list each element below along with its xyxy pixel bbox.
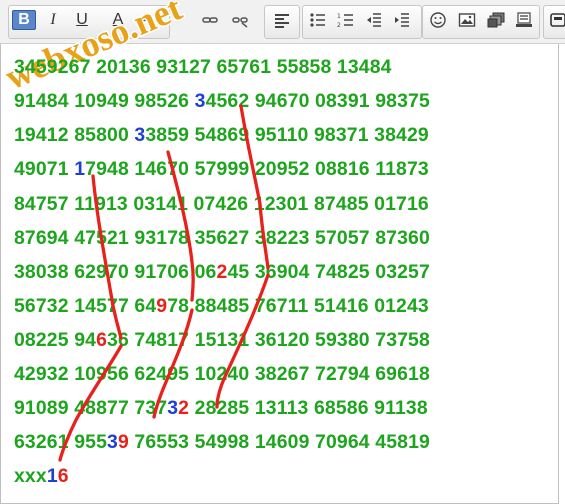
number-text: xxx bbox=[14, 465, 47, 487]
underline-glyph: U bbox=[76, 11, 88, 28]
number-row: 19412 85800 33859 54869 95110 98371 3842… bbox=[14, 124, 429, 146]
number-text: 59267 20136 93127 65761 55858 13484 bbox=[35, 56, 392, 78]
number-text: 45 36904 74825 03257 bbox=[227, 261, 430, 283]
number-row: 08225 94636 74817 15131 36120 59380 7375… bbox=[14, 329, 430, 351]
unlink-icon[interactable] bbox=[228, 10, 252, 30]
number-text: 38038 62970 91706 06 bbox=[14, 261, 217, 283]
align-left-icon[interactable] bbox=[270, 10, 294, 30]
italic-button[interactable]: I bbox=[41, 10, 65, 30]
font-color-button[interactable]: A bbox=[106, 10, 130, 30]
highlighted-digit: 1 bbox=[74, 158, 86, 180]
smiley-icon[interactable] bbox=[426, 10, 450, 30]
highlighted-digit: 1 bbox=[46, 465, 58, 487]
number-text: 4562 94670 08391 98375 bbox=[205, 90, 430, 112]
number-row: 63261 95539 76553 54998 14609 70964 4581… bbox=[14, 431, 430, 453]
highlighted-digit: 3 bbox=[107, 431, 118, 453]
highlighted-digit: 3 bbox=[134, 124, 146, 146]
number-text: 91089 48877 737 bbox=[14, 397, 168, 419]
number-row: 91089 48877 73732 28285 13113 68586 9113… bbox=[14, 397, 428, 419]
number-text: 36 74817 15131 36120 59380 73758 bbox=[107, 329, 430, 351]
numbered-list-icon[interactable]: 12 bbox=[334, 10, 358, 30]
number-row: 84757 11913 03141 07426 12301 87485 0171… bbox=[14, 193, 429, 215]
number-row: 87694 47521 93178 35627 38223 57057 8736… bbox=[14, 227, 430, 249]
font-color-glyph: A bbox=[112, 11, 124, 28]
font-size-glyph: A bbox=[141, 11, 153, 28]
number-row: xxx16 bbox=[14, 465, 69, 487]
highlighted-digit: 9 bbox=[117, 431, 129, 453]
number-text: 08225 94 bbox=[14, 329, 97, 351]
svg-text:1: 1 bbox=[337, 13, 341, 20]
highlighted-digit: 3 bbox=[194, 90, 206, 112]
italic-glyph: I bbox=[50, 11, 56, 28]
number-text: 78 88485 76711 51416 01243 bbox=[167, 295, 429, 317]
highlighted-digit: 3 bbox=[167, 397, 179, 419]
underline-button[interactable]: U bbox=[70, 10, 94, 30]
editor-toolbar: B I U A A 12 bbox=[0, 0, 565, 44]
number-text: 28285 13113 68586 91138 bbox=[189, 397, 428, 419]
bulleted-list-icon[interactable] bbox=[306, 10, 330, 30]
number-text: 42932 10956 62495 10240 38267 72794 6961… bbox=[14, 363, 430, 385]
number-row: 3459267 20136 93127 65761 55858 13484 bbox=[14, 56, 392, 78]
number-text: 87694 47521 93178 35627 38223 57057 8736… bbox=[14, 227, 430, 249]
number-text: 34 bbox=[14, 56, 36, 78]
number-text: 84757 11913 03141 07426 12301 87485 0171… bbox=[14, 193, 429, 215]
number-row: 38038 62970 91706 06245 36904 74825 0325… bbox=[14, 261, 430, 283]
number-text: 63261 955 bbox=[14, 431, 108, 453]
highlighted-digit: 6 bbox=[96, 329, 108, 351]
number-text: 91484 10949 98526 bbox=[14, 90, 195, 112]
number-row: 91484 10949 98526 34562 94670 08391 9837… bbox=[14, 90, 430, 112]
source-icon[interactable] bbox=[546, 10, 565, 30]
number-text: 3859 54869 95110 98371 38429 bbox=[145, 124, 429, 146]
gallery-icon[interactable] bbox=[484, 10, 508, 30]
highlighted-digit: 9 bbox=[156, 295, 168, 317]
number-text: 19412 85800 bbox=[14, 124, 135, 146]
number-row: 56732 14577 64978 88485 76711 51416 0124… bbox=[14, 295, 429, 317]
image-icon[interactable] bbox=[455, 10, 479, 30]
outdent-icon[interactable] bbox=[362, 10, 386, 30]
highlighted-digit: 2 bbox=[178, 397, 190, 419]
font-size-button[interactable]: A bbox=[135, 10, 159, 30]
special-char-icon[interactable] bbox=[512, 10, 536, 30]
number-row: 42932 10956 62495 10240 38267 72794 6961… bbox=[14, 363, 430, 385]
number-text: 56732 14577 64 bbox=[14, 295, 157, 317]
bold-glyph: B bbox=[18, 11, 30, 28]
highlighted-digit: 6 bbox=[57, 465, 69, 487]
svg-text:2: 2 bbox=[337, 22, 341, 28]
link-icon[interactable] bbox=[198, 10, 222, 30]
indent-icon[interactable] bbox=[390, 10, 414, 30]
highlighted-digit: 2 bbox=[216, 261, 228, 283]
number-row: 49071 17948 14670 57999 20952 08816 1187… bbox=[14, 158, 429, 180]
number-text: 49071 bbox=[14, 158, 75, 180]
bold-button[interactable]: B bbox=[12, 10, 36, 30]
number-text: 7948 14670 57999 20952 08816 11873 bbox=[85, 158, 429, 180]
number-text: 76553 54998 14609 70964 45819 bbox=[128, 431, 430, 453]
